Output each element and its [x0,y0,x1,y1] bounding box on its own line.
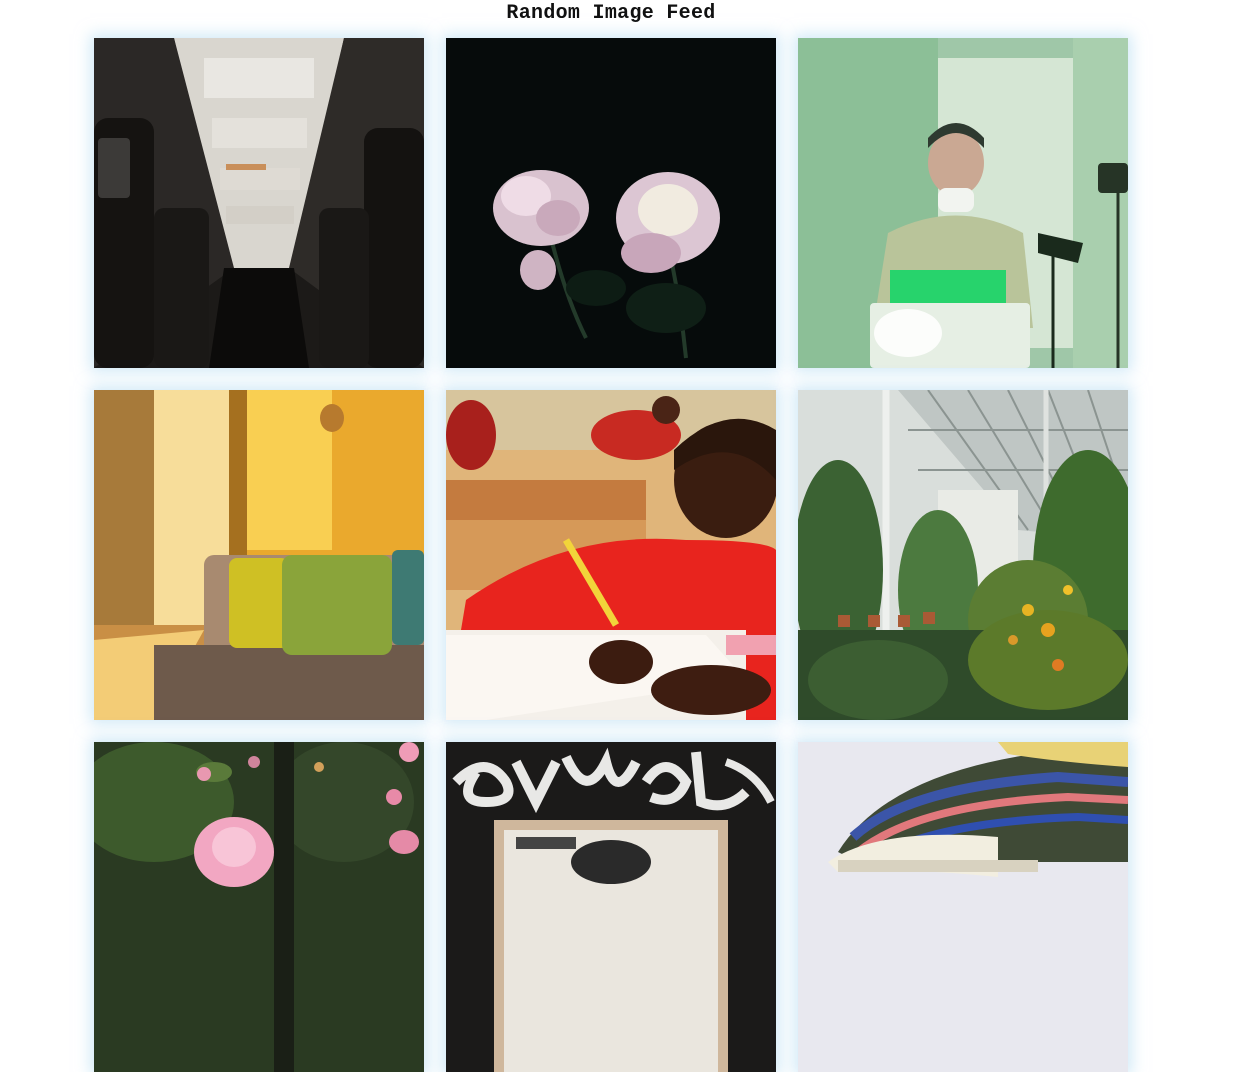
feed-image-airplane-cabin[interactable] [94,38,424,368]
feed-image-classroom-girl[interactable] [446,390,776,720]
page-title: Random Image Feed [506,2,716,25]
image-feed-grid [94,38,1128,1072]
feed-image-yellow-sofa[interactable] [94,390,424,720]
feed-image-greenhouse[interactable] [798,390,1128,720]
feed-image-pink-flowers[interactable] [94,742,424,1072]
feed-image-peonies[interactable] [446,38,776,368]
feed-image-green-laptop[interactable] [798,38,1128,368]
feed-image-sneaker[interactable] [798,742,1128,1072]
feed-image-graffiti[interactable] [446,742,776,1072]
